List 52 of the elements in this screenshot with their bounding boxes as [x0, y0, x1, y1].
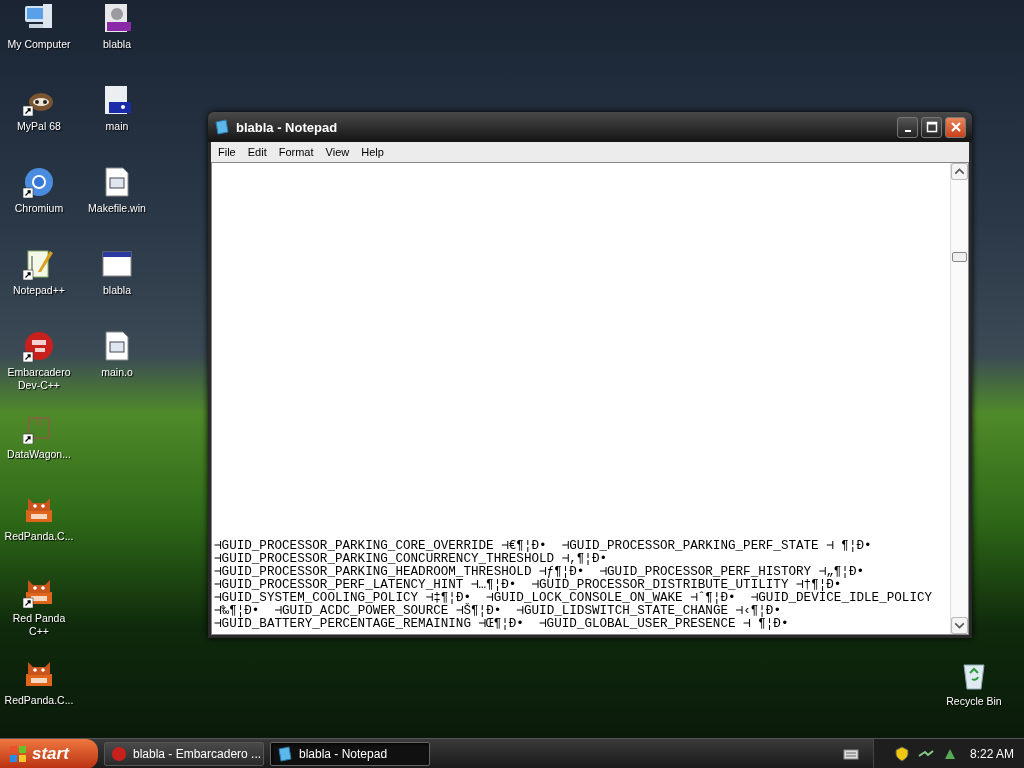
- text-line: ⊣GUID_PROCESSOR_PERF_LATENCY_HINT ⊣…¶¦Ð• ⊣GUID_PROCESSOR_DISTRIBUTE_UTILITY ⊣†¶¦Ð•: [214, 579, 843, 592]
- text-line: ⊣GUID_BATTERY_PERCENTAGE_REMAINING ⊣Œ¶¦Ð• ⊣GUID_GLOBAL_USER_PRESENCE ⊣ ¶¦Ð•: [214, 618, 790, 631]
- desktop-icon-label[interactable]: DataWagon...: [7, 448, 71, 461]
- text-line: ⊣GUID_PROCESSOR_PARKING_CORE_OVERRIDE ⊣€¶¦Ð• ⊣GUID_PROCESSOR_PARKING_PERF_STATE ⊣ ¶¦Ð•: [214, 540, 873, 553]
- scroll-thumb[interactable]: [952, 252, 967, 262]
- maximize-icon: [925, 121, 938, 133]
- taskbar-button[interactable]: blabla - Embarcadero ...: [104, 742, 264, 766]
- windows-flag-icon: [8, 744, 28, 764]
- menu-item[interactable]: View: [320, 146, 355, 158]
- dev-logo-icon[interactable]: [23, 330, 55, 362]
- desktop-icon-label[interactable]: RedPanda.C...: [4, 694, 74, 707]
- minimize-button[interactable]: [897, 116, 918, 138]
- menu-item[interactable]: Format: [273, 146, 319, 158]
- scroll-down-icon[interactable]: [951, 617, 968, 634]
- taskbar-button[interactable]: blabla - Notepad: [270, 742, 430, 766]
- menu-item[interactable]: Edit: [242, 146, 272, 158]
- shield-icon[interactable]: [893, 746, 910, 762]
- dev-logo-icon: [111, 746, 127, 762]
- notepad-pencil-icon[interactable]: [23, 248, 55, 280]
- desktop-icon-label[interactable]: main.o: [101, 366, 133, 379]
- desktop-icon-label[interactable]: main: [105, 120, 129, 133]
- close-icon: [949, 121, 962, 133]
- notepad-icon: [277, 746, 293, 762]
- keyboard-icon[interactable]: [842, 746, 859, 762]
- desktop-icon-label[interactable]: Red Panda C++: [4, 612, 74, 638]
- desktop-icon-label[interactable]: MyPal 68: [17, 120, 61, 133]
- desktop-icon-label[interactable]: blabla: [103, 284, 131, 297]
- desktop-icon-label[interactable]: Chromium: [14, 202, 64, 215]
- start-button[interactable]: start: [0, 739, 98, 768]
- notepad-icon: [214, 119, 230, 135]
- minimize-icon: [904, 130, 911, 132]
- text-line: ⊣GUID_PROCESSOR_PARKING_HEADROOM_THRESHOLD ⊣ƒ¶¦Ð• ⊣GUID_PROCESSOR_PERF_HISTORY ⊣„¶¦Ð•: [214, 566, 866, 579]
- window-title: blabla - Notepad: [236, 119, 339, 135]
- window-icon[interactable]: [101, 248, 133, 280]
- text-line: ⊣GUID_PROCESSOR_PARKING_CONCURRENCY_THRESHOLD ⊣,¶¦Ð•: [214, 553, 609, 566]
- clock[interactable]: 8:22 AM: [969, 747, 1014, 761]
- scrollbar[interactable]: [950, 163, 968, 634]
- maximize-button[interactable]: [921, 116, 942, 138]
- desktop-icon-label[interactable]: Makefile.win: [88, 202, 146, 215]
- close-button[interactable]: [945, 116, 966, 138]
- desktop-icon-label[interactable]: My Computer: [7, 38, 71, 51]
- desktop-icon-label[interactable]: Embarcadero Dev-C++: [4, 366, 74, 392]
- desktop-icon-label[interactable]: blabla: [103, 38, 131, 51]
- text-line: ⊣‰¶¦Ð• ⊣GUID_ACDC_POWER_SOURCE ⊣Š¶¦Ð• ⊣GUID_LIDSWITCH_STATE_CHANGE ⊣‹¶¦Ð•: [214, 605, 782, 618]
- scroll-up-icon[interactable]: [951, 163, 968, 180]
- menu-item[interactable]: Help: [356, 146, 389, 158]
- globe-icon[interactable]: [23, 166, 55, 198]
- desktop-icon-label[interactable]: Notepad++: [13, 284, 65, 297]
- desktop-icon-label[interactable]: RedPanda.C...: [4, 530, 74, 543]
- desktop-icon-label[interactable]: Recycle Bin: [946, 695, 1002, 708]
- menu-item[interactable]: File: [213, 146, 241, 158]
- text-line: ⊣GUID_SYSTEM_COOLING_POLICY ⊣‡¶¦Ð• ⊣GUID_LOCK_CONSOLE_ON_WAKE ⊣ˆ¶¦Ð• ⊣GUID_DEVICE_IDLE_POLICY: [214, 592, 934, 605]
